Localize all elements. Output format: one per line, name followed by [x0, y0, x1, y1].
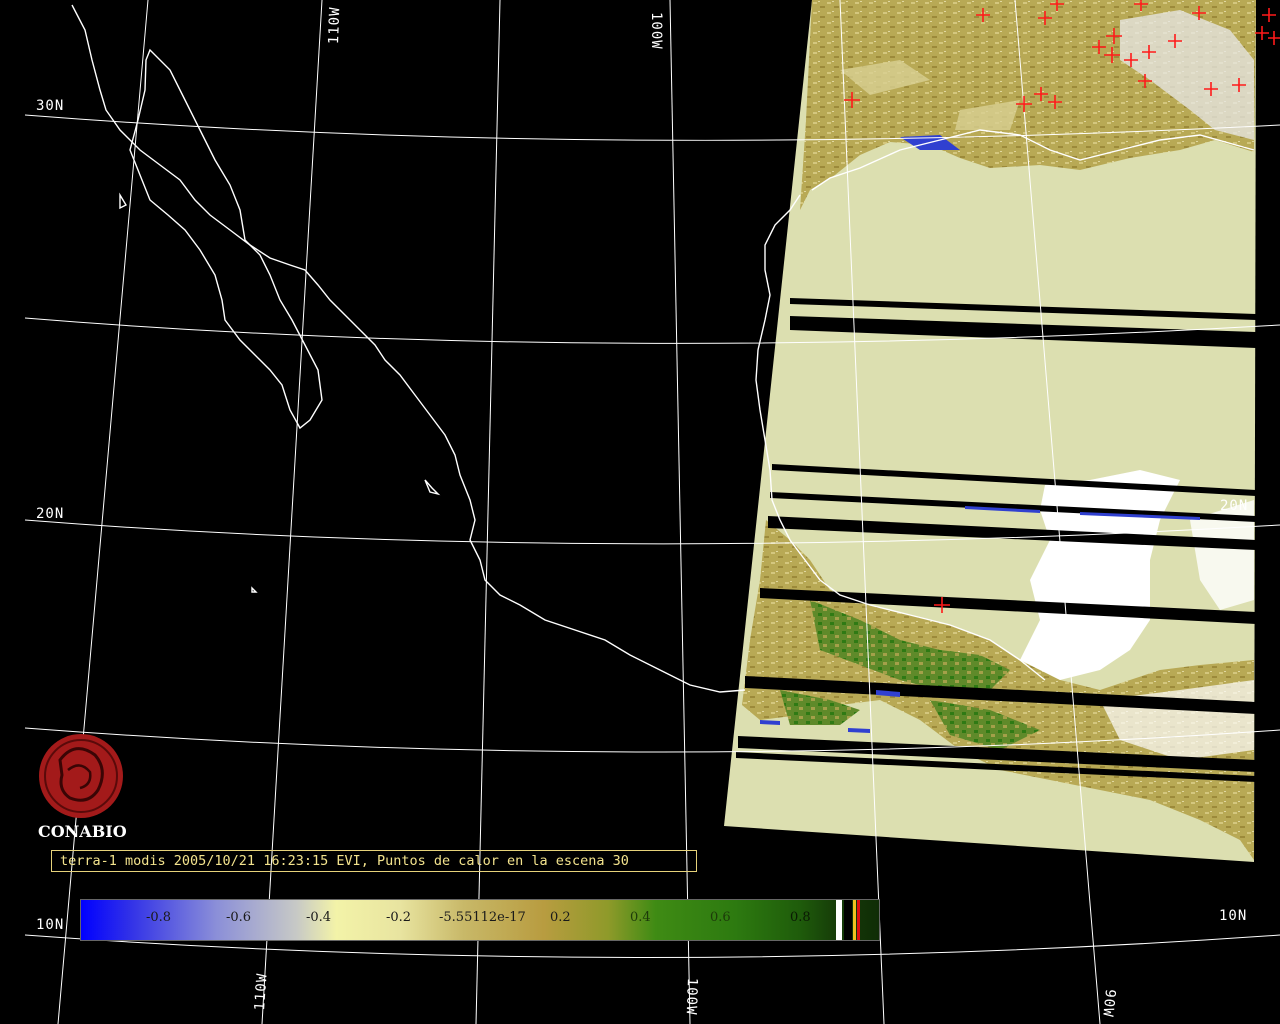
colorbar-red-stripe [857, 900, 860, 940]
lon-label-100w-top: 100W [648, 12, 664, 50]
colorbar-label: -0.4 [306, 910, 332, 925]
logo-text: CONABIO [38, 822, 127, 841]
colorbar-label: 0.2 [550, 910, 571, 925]
colorbar-label: -0.6 [226, 910, 252, 925]
colorbar-black-stripe [844, 900, 852, 940]
colorbar-label: 0.8 [790, 910, 811, 925]
lon-label-100w-bottom: 100W [682, 977, 700, 1016]
lat-label-10n: 10N [36, 917, 65, 933]
colorbar-label: -0.2 [386, 910, 412, 925]
lat-label-20n-east: 20N [1220, 498, 1249, 514]
conabio-emblem [39, 734, 123, 818]
colorbar-label: -5.55112e-17 [439, 910, 526, 925]
lon-label-90w-bottom: 90W [1099, 988, 1118, 1019]
lat-label-30n: 30N [36, 98, 65, 114]
colorbar-white-stripe [836, 900, 842, 940]
lon-label-110w-top: 110W [326, 6, 344, 45]
colorbar-label: -0.8 [146, 910, 172, 925]
lon-label-110w-bottom: 110W [252, 972, 271, 1012]
lat-label-20n: 20N [36, 506, 65, 522]
colorbar-label: 0.6 [710, 910, 731, 925]
colorbar-gold-stripe [853, 900, 856, 940]
scene-caption: terra-1 modis 2005/10/21 16:23:15 EVI, P… [51, 850, 697, 872]
lat-label-10n-east: 10N [1219, 908, 1248, 924]
colorbar-label: 0.4 [630, 910, 651, 925]
